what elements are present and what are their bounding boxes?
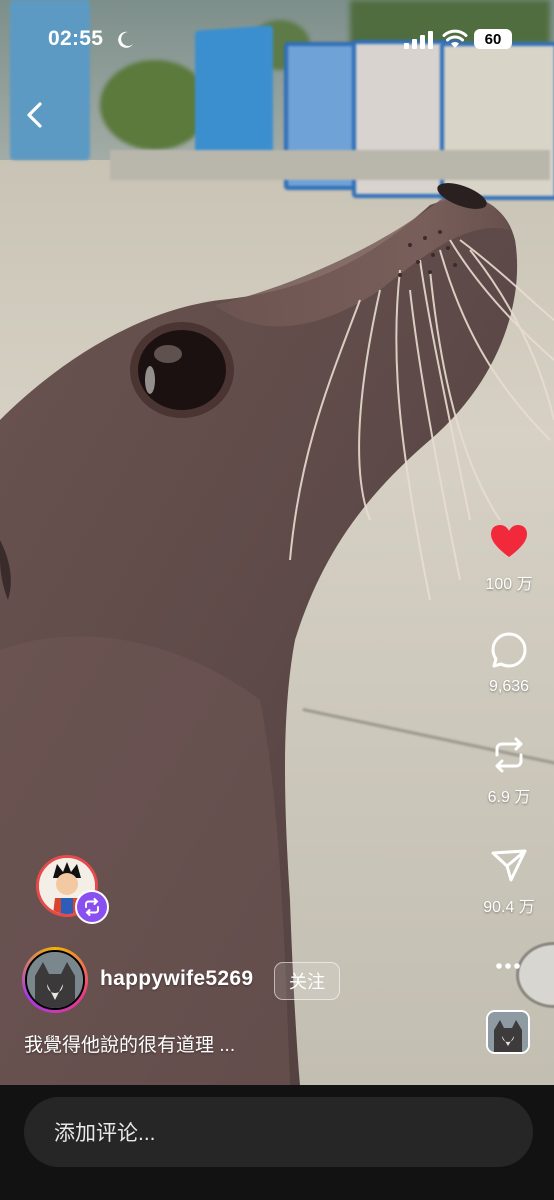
share-icon — [491, 849, 527, 882]
comment-input[interactable]: 添加评论... — [24, 1097, 533, 1167]
comment-count: 9,636 — [488, 678, 530, 695]
signal-icon — [404, 31, 433, 49]
author-avatar-image — [25, 950, 85, 1010]
like-button[interactable]: 100 万 — [470, 522, 548, 594]
audio-thumbnail[interactable] — [486, 1010, 530, 1054]
repost-badge — [75, 890, 109, 924]
author-username[interactable]: happywife5269 — [100, 967, 253, 991]
husky-avatar-icon — [27, 952, 83, 1008]
status-time: 02:55 — [48, 27, 104, 50]
share-count: 90.4 万 — [483, 899, 535, 916]
husky-avatar-icon — [488, 1012, 528, 1052]
comment-button[interactable]: 9,636 — [470, 630, 548, 696]
status-bar: 02:55 60 — [0, 0, 554, 80]
battery-icon: 60 — [474, 29, 512, 49]
video-screen: 02:55 60 100 万 9,636 6.9 万 90.4 万 happyw… — [0, 0, 554, 1200]
comment-icon — [491, 632, 527, 668]
share-button[interactable]: 90.4 万 — [470, 845, 548, 917]
like-count: 100 万 — [485, 576, 533, 593]
post-caption[interactable]: 我覺得他說的很有道理 ... — [24, 1030, 235, 1057]
author-avatar[interactable] — [22, 947, 88, 1013]
repost-count: 6.9 万 — [487, 789, 531, 806]
repost-button[interactable]: 6.9 万 — [470, 735, 548, 807]
follow-button[interactable]: 关注 — [274, 962, 340, 1000]
moon-icon — [118, 31, 133, 48]
more-icon[interactable] — [495, 958, 521, 974]
back-icon[interactable] — [22, 100, 48, 130]
heart-icon — [491, 525, 527, 557]
comment-bar: 添加评论... — [0, 1085, 554, 1200]
repost-badge-icon — [85, 898, 99, 916]
repost-icon — [495, 737, 523, 773]
wifi-icon — [442, 29, 468, 48]
